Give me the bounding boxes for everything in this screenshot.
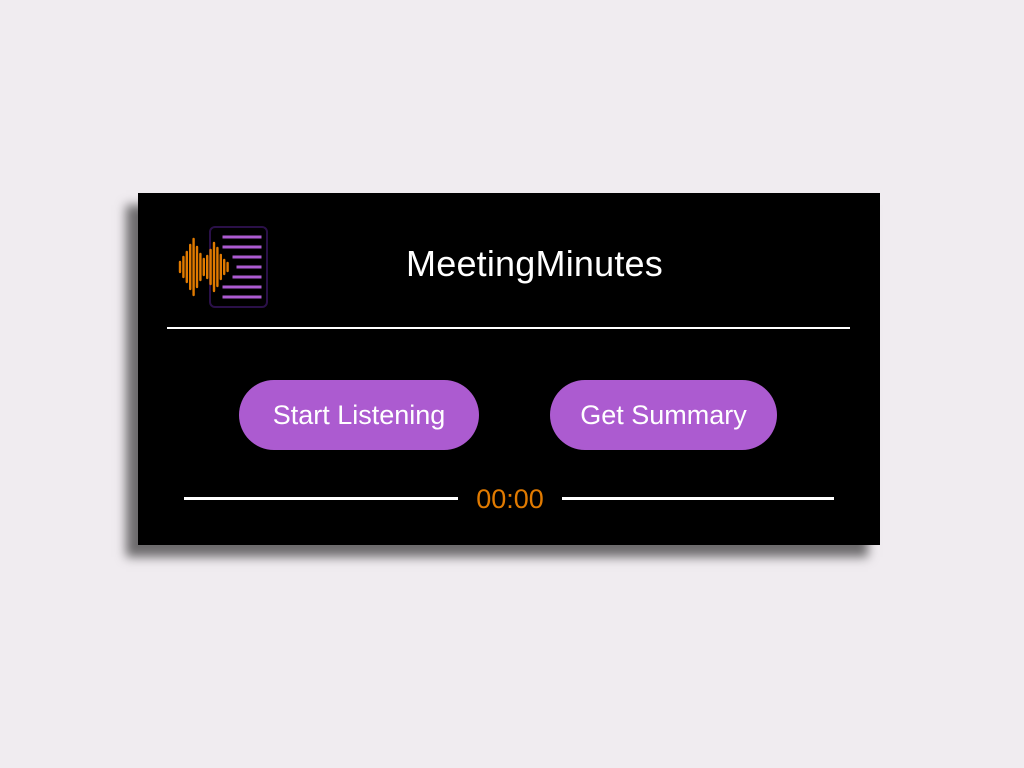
header-divider	[167, 327, 850, 329]
get-summary-button[interactable]: Get Summary	[550, 380, 777, 450]
header: MeetingMinutes	[138, 193, 880, 328]
timer-display: 00:00	[476, 484, 544, 514]
timer-line-left	[184, 497, 458, 500]
meeting-minutes-widget: MeetingMinutes Start Listening Get Summa…	[138, 193, 880, 545]
start-listening-button[interactable]: Start Listening	[239, 380, 479, 450]
app-title: MeetingMinutes	[406, 243, 663, 284]
timer-line-right	[562, 497, 834, 500]
timer-row: 00:00	[184, 481, 834, 517]
